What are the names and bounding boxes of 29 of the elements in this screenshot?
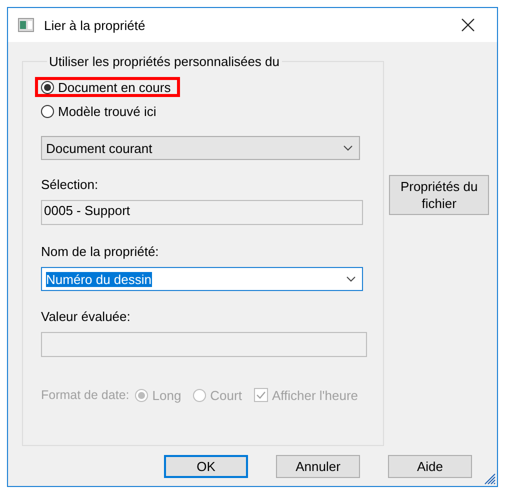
radio-label: Long (152, 388, 182, 402)
radio-option[interactable]: Modèle trouvé ici (35, 101, 166, 121)
radio-label: Modèle trouvé ici (58, 104, 156, 118)
highlight-frame[interactable]: Document en cours (35, 77, 180, 97)
radio-button[interactable] (41, 104, 54, 118)
dialog-button[interactable]: OK (164, 455, 248, 478)
source-dropdown[interactable]: Document courant (41, 136, 360, 160)
chevron-icon (346, 276, 356, 282)
resize-grip-icon[interactable] (482, 471, 496, 485)
field-label: Nom de la propriété: (41, 244, 160, 259)
field-label: Sélection: (41, 177, 100, 192)
dialog-button[interactable]: Annuler (276, 455, 360, 478)
window-title: Lier à la propriété (44, 18, 146, 32)
checkbox-label: Afficher l'heure (272, 388, 358, 402)
app-icon (18, 18, 34, 32)
dropdown-value: Document courant (46, 140, 152, 156)
field-label: Valeur évaluée: (41, 309, 132, 324)
radio-button[interactable] (41, 80, 54, 94)
file-properties-button[interactable]: Propriétés du fichier (389, 175, 489, 215)
selection-field: 0005 - Support (41, 200, 363, 225)
property-name-dropdown[interactable]: Numéro du dessin (41, 267, 363, 291)
close-icon[interactable] (461, 18, 475, 32)
dropdown-value: Numéro du dessin (46, 272, 152, 286)
radio-label: Document en cours (58, 80, 171, 94)
date-format-label: Format de date: (41, 388, 130, 402)
dialog-button[interactable]: Aide (388, 455, 472, 478)
chevron-icon (343, 145, 353, 151)
radio-label: Court (210, 388, 242, 402)
group-title: Utiliser les propriétés personnalisées du (48, 54, 281, 69)
